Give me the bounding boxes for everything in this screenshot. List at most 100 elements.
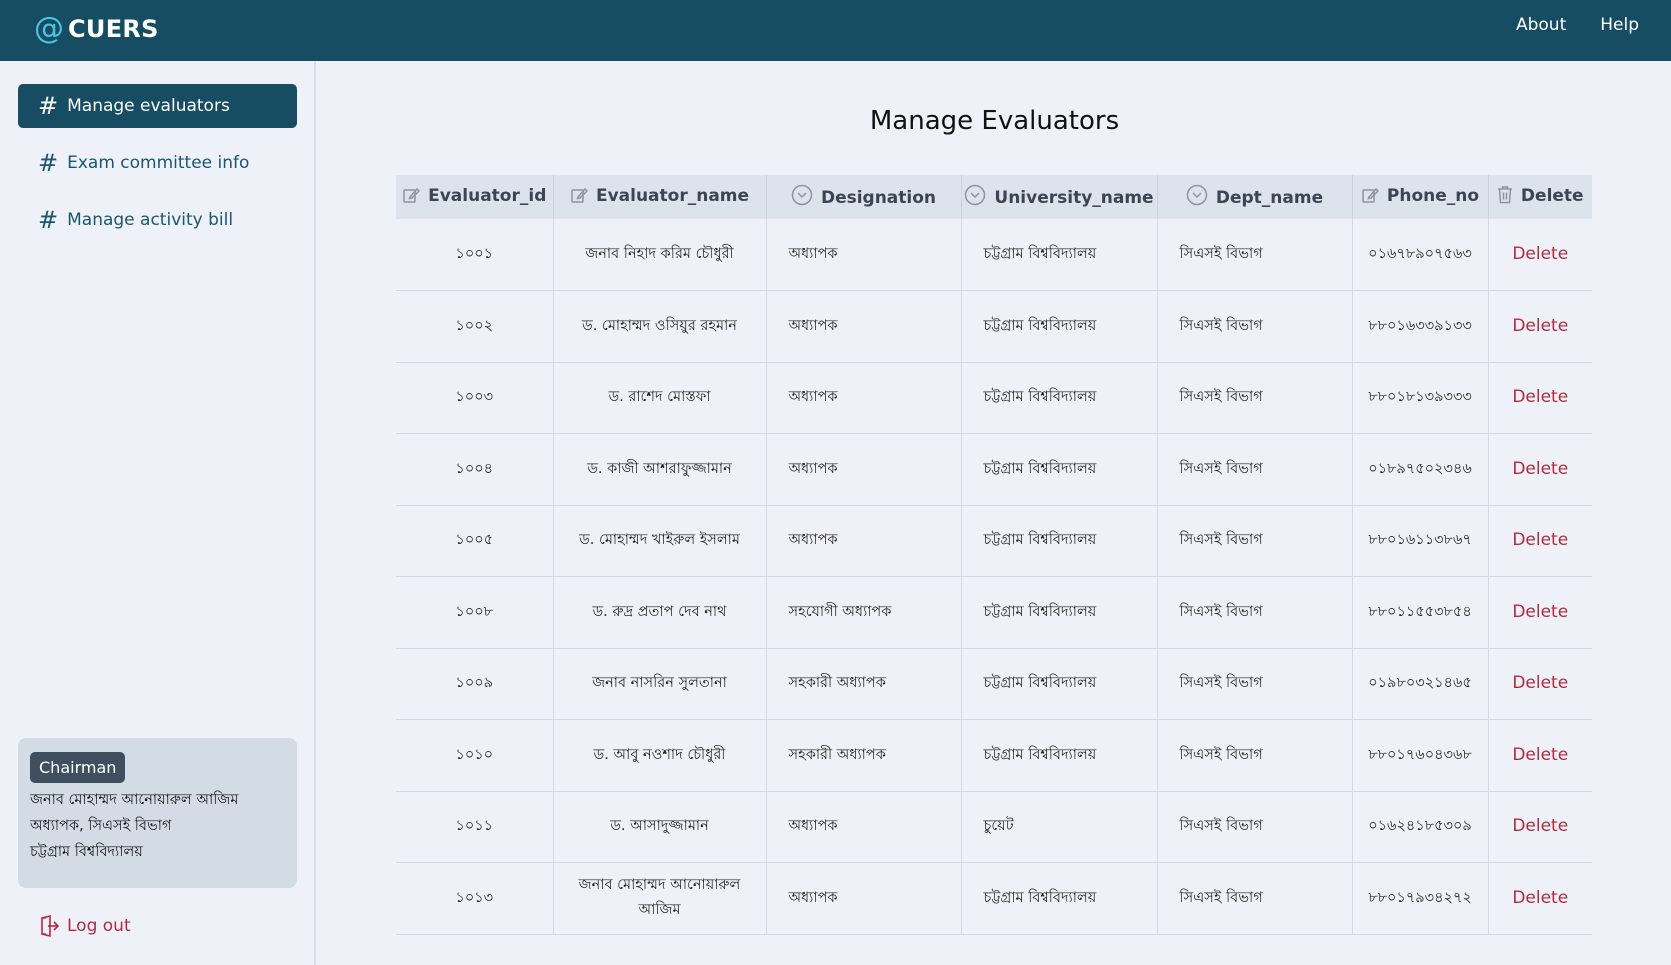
delete-button[interactable]: Delete (1488, 505, 1592, 577)
sidebar-item-exam-committee-info[interactable]: # Exam committee info (18, 141, 297, 185)
cell-phone-no[interactable]: ৮৮০১৬১১৩৮৬৭ (1352, 505, 1489, 577)
cell-designation[interactable]: অধ্যাপক (766, 791, 962, 863)
cell-dept-name[interactable]: সিএসই বিভাগ (1157, 648, 1353, 720)
cell-dept-name[interactable]: সিএসই বিভাগ (1157, 219, 1353, 291)
cell-university-name[interactable]: চট্টগ্রাম বিশ্ববিদ্যালয় (961, 648, 1158, 720)
cell-dept-name[interactable]: সিএসই বিভাগ (1157, 862, 1353, 935)
cell-dept-name[interactable]: সিএসই বিভাগ (1157, 505, 1353, 577)
delete-button[interactable]: Delete (1488, 576, 1592, 649)
cell-phone-no[interactable]: ৮৮০১৭৬০৪৩৬৮ (1352, 719, 1489, 792)
cell-evaluator-name[interactable]: জনাব মোহাম্মদ আনোয়ারুল আজিম (553, 862, 767, 935)
cell-dept-name[interactable]: সিএসই বিভাগ (1157, 576, 1353, 649)
cell-designation[interactable]: অধ্যাপক (766, 219, 962, 291)
delete-button[interactable]: Delete (1488, 433, 1592, 506)
cell-evaluator-name[interactable]: জনাব নাসরিন সুলতানা (553, 648, 767, 720)
sidebar-item-label: Manage activity bill (67, 210, 234, 230)
delete-button[interactable]: Delete (1488, 719, 1592, 792)
col-header-designation[interactable]: Designation (766, 175, 962, 219)
cell-university-name[interactable]: চুয়েট (961, 791, 1158, 863)
col-header-phone-no[interactable]: Phone_no (1352, 175, 1489, 219)
cell-evaluator-name[interactable]: ড. মোহাম্মদ ওসিয়ুর রহমান (553, 290, 767, 363)
cell-phone-no[interactable]: ০১৯৮০৩২১৪৬৫ (1352, 648, 1489, 720)
cell-university-name[interactable]: চট্টগ্রাম বিশ্ববিদ্যালয় (961, 862, 1158, 935)
table-row: ১০০৫ ড. মোহাম্মদ খাইরুল ইসলাম অধ্যাপক চট… (396, 505, 1592, 577)
cell-dept-name[interactable]: সিএসই বিভাগ (1157, 719, 1353, 792)
col-header-dept-name[interactable]: Dept_name (1157, 175, 1353, 219)
cell-phone-no[interactable]: ০১৮৯৭৫০২৩৪৬ (1352, 433, 1489, 506)
cell-phone-no[interactable]: ০১৬২৪১৮৫৩০৯ (1352, 791, 1489, 863)
cell-dept-name[interactable]: সিএসই বিভাগ (1157, 290, 1353, 363)
delete-button[interactable]: Delete (1488, 290, 1592, 363)
cell-university-name[interactable]: চট্টগ্রাম বিশ্ববিদ্যালয় (961, 290, 1158, 363)
col-label: University_name (994, 187, 1154, 208)
col-header-university-name[interactable]: University_name (961, 175, 1158, 219)
cell-evaluator-id[interactable]: ১০১০ (396, 719, 554, 792)
cell-university-name[interactable]: চট্টগ্রাম বিশ্ববিদ্যালয় (961, 433, 1158, 506)
hash-icon: # (38, 149, 59, 177)
cell-designation[interactable]: অধ্যাপক (766, 362, 962, 434)
cell-phone-no[interactable]: ৮৮০১৮১৩৯৩৩৩ (1352, 362, 1489, 434)
sidebar-item-label: Exam committee info (67, 153, 250, 173)
cell-evaluator-id[interactable]: ১০০৮ (396, 576, 554, 649)
cell-designation[interactable]: সহকারী অধ্যাপক (766, 719, 962, 792)
cell-evaluator-name[interactable]: ড. রাশেদ মোস্তফা (553, 362, 767, 434)
cell-evaluator-id[interactable]: ১০০৩ (396, 362, 554, 434)
cell-phone-no[interactable]: ০১৬৭৮৯০৭৫৬৩ (1352, 219, 1489, 291)
delete-button[interactable]: Delete (1488, 862, 1592, 935)
cell-evaluator-name[interactable]: ড. মোহাম্মদ খাইরুল ইসলাম (553, 505, 767, 577)
cell-evaluator-id[interactable]: ১০০৯ (396, 648, 554, 720)
col-header-evaluator-id[interactable]: Evaluator_id (396, 175, 554, 219)
cell-evaluator-id[interactable]: ১০০২ (396, 290, 554, 363)
sidebar-item-manage-activity-bill[interactable]: # Manage activity bill (18, 198, 297, 242)
delete-button[interactable]: Delete (1488, 362, 1592, 434)
cell-evaluator-name[interactable]: ড. আসাদুজ্জামান (553, 791, 767, 863)
brand-logo[interactable]: @ CUERS (34, 12, 159, 46)
delete-button[interactable]: Delete (1488, 648, 1592, 720)
cell-phone-no[interactable]: ৮৮০১৭৯৩৪২৭২ (1352, 862, 1489, 935)
cell-phone-no[interactable]: ৮৮০১৬৩৩৯১৩৩ (1352, 290, 1489, 363)
cell-phone-no[interactable]: ৮৮০১১৫৫৩৮৫৪ (1352, 576, 1489, 649)
cell-evaluator-name[interactable]: ড. রুদ্র প্রতাপ দেব নাথ (553, 576, 767, 649)
col-header-delete: Delete (1488, 175, 1592, 219)
about-link[interactable]: About (1516, 15, 1566, 35)
col-label: Designation (820, 187, 937, 208)
col-header-evaluator-name[interactable]: Evaluator_name (553, 175, 767, 219)
cell-evaluator-name[interactable]: জনাব নিহাদ করিম চৌধুরী (553, 219, 767, 291)
hash-icon: # (38, 206, 59, 234)
user-name: জনাব মোহাম্মদ আনোয়ারুল আজিম (30, 792, 239, 808)
cell-evaluator-id[interactable]: ১০১৩ (396, 862, 554, 935)
cell-evaluator-name[interactable]: ড. কাজী আশরাফুজ্জামান (553, 433, 767, 506)
delete-button[interactable]: Delete (1488, 791, 1592, 863)
cell-designation[interactable]: অধ্যাপক (766, 433, 962, 506)
cell-designation[interactable]: অধ্যাপক (766, 862, 962, 935)
cell-university-name[interactable]: চট্টগ্রাম বিশ্ববিদ্যালয় (961, 576, 1158, 649)
evaluators-table: Evaluator_id Evaluator_name Designation … (396, 175, 1592, 935)
cell-designation[interactable]: সহযোগী অধ্যাপক (766, 576, 962, 649)
cell-university-name[interactable]: চট্টগ্রাম বিশ্ববিদ্যালয় (961, 505, 1158, 577)
cell-designation[interactable]: অধ্যাপক (766, 290, 962, 363)
cell-evaluator-id[interactable]: ১০১১ (396, 791, 554, 863)
cell-designation[interactable]: সহকারী অধ্যাপক (766, 648, 962, 720)
cell-university-name[interactable]: চট্টগ্রাম বিশ্ববিদ্যালয় (961, 219, 1158, 291)
cell-dept-name[interactable]: সিএসই বিভাগ (1157, 362, 1353, 434)
help-link[interactable]: Help (1600, 15, 1639, 35)
table-header-row: Evaluator_id Evaluator_name Designation … (396, 175, 1592, 219)
table-row: ১০০২ ড. মোহাম্মদ ওসিয়ুর রহমান অধ্যাপক চ… (396, 290, 1592, 363)
cell-evaluator-id[interactable]: ১০০৪ (396, 433, 554, 506)
col-label: Phone_no (1386, 185, 1480, 206)
cell-dept-name[interactable]: সিএসই বিভাগ (1157, 791, 1353, 863)
chevron-down-circle-icon (1186, 184, 1208, 211)
cell-evaluator-name[interactable]: ড. আবু নওশাদ চৌধুরী (553, 719, 767, 792)
cell-dept-name[interactable]: সিএসই বিভাগ (1157, 433, 1353, 506)
col-label: Evaluator_name (595, 185, 750, 206)
edit-icon (570, 186, 589, 209)
cell-university-name[interactable]: চট্টগ্রাম বিশ্ববিদ্যালয় (961, 719, 1158, 792)
cell-designation[interactable]: অধ্যাপক (766, 505, 962, 577)
delete-button[interactable]: Delete (1488, 219, 1592, 291)
cell-evaluator-id[interactable]: ১০০৫ (396, 505, 554, 577)
table-row: ১০০৩ ড. রাশেদ মোস্তফা অধ্যাপক চট্টগ্রাম … (396, 362, 1592, 434)
logout-button[interactable]: Log out (38, 914, 131, 938)
cell-evaluator-id[interactable]: ১০০১ (396, 219, 554, 291)
cell-university-name[interactable]: চট্টগ্রাম বিশ্ববিদ্যালয় (961, 362, 1158, 434)
sidebar-item-manage-evaluators[interactable]: # Manage evaluators (18, 84, 297, 128)
